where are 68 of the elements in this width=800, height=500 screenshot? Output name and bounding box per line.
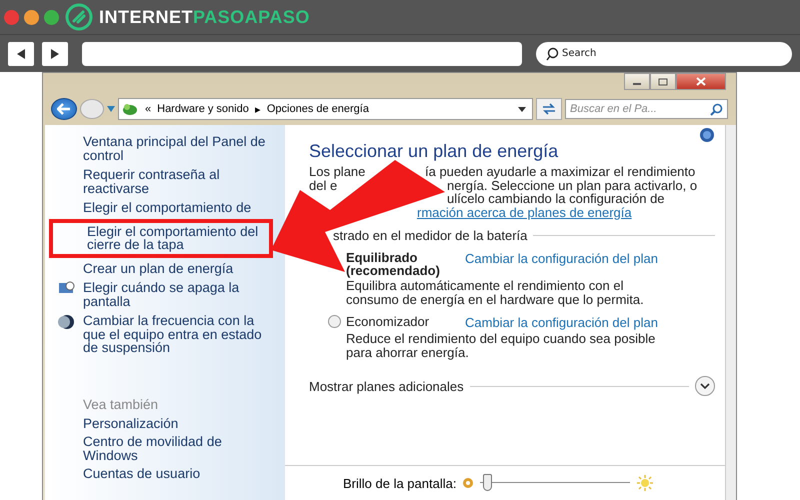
plan-description: Equilibra automáticamente el rendimiento con el consumo de energía en el hardware que lo permita. [346, 279, 645, 307]
dim-icon [462, 477, 474, 489]
caret-icon[interactable] [518, 106, 526, 112]
url-field[interactable] [82, 42, 522, 66]
plan-name: Economizador [346, 315, 430, 328]
maximize-button[interactable] [650, 73, 676, 90]
back-button[interactable] [8, 42, 34, 66]
sidebar-link[interactable]: Cuentas de usuario [83, 467, 253, 480]
close-button[interactable] [676, 73, 726, 90]
section-heading: Vea también [83, 396, 160, 412]
plan-description: Reduce el rendimiento del equipo cuando sea posible para ahorrar energía. [346, 332, 656, 360]
sidebar-link[interactable]: Elegir cuándo se apaga la pantalla [83, 281, 268, 308]
sun-icon [636, 474, 654, 492]
help-icon[interactable] [699, 127, 715, 143]
search-icon [545, 46, 559, 61]
breadcrumb[interactable]: « [145, 103, 152, 115]
slider-thumb[interactable] [483, 474, 492, 491]
scrollbar[interactable] [725, 125, 736, 500]
monitor-icon [57, 281, 77, 295]
sidebar-link[interactable]: Requerir contraseña al reactivarse [83, 168, 268, 195]
sidebar-link[interactable]: Crear un plan de energía [83, 262, 268, 275]
sidebar-link[interactable]: Elegir el comportamiento de [83, 201, 268, 214]
sidebar-link[interactable]: Elegir el comportamiento del cierre de la tapa [87, 224, 269, 252]
chevron-down-icon [700, 383, 710, 389]
breadcrumb[interactable]: Opciones de energía [266, 103, 369, 115]
plan-settings-link[interactable]: Cambiar la configuración del plan [465, 251, 658, 266]
refresh-button[interactable] [536, 98, 562, 120]
intro-text: ía pueden ayudarle a maximizar el rendimiento [425, 165, 696, 178]
radio-button[interactable] [328, 315, 341, 328]
right-triangle-icon [49, 48, 61, 60]
breadcrumb[interactable]: Hardware y sonido [157, 103, 249, 115]
sidebar-link[interactable]: Centro de movilidad de Windows [83, 435, 253, 462]
close-dot [4, 10, 19, 25]
back-button[interactable] [51, 98, 77, 120]
brightness-slider[interactable] [480, 474, 630, 492]
search-field[interactable]: Buscar en el Pa... [565, 99, 728, 119]
search-icon [710, 103, 723, 116]
moon-icon [57, 314, 77, 330]
sidebar-link[interactable]: Cambiar la frecuencia con la que el equipo entra en estado de suspensión [83, 314, 268, 354]
intro-text: nergía. Seleccione un plan para activarlo, o [447, 178, 698, 192]
page-title: Seleccionar un plan de energía [309, 141, 560, 162]
left-triangle-icon [15, 48, 27, 60]
minimize-dot [24, 10, 39, 25]
minimize-button[interactable] [624, 73, 650, 90]
control-panel-icon [121, 101, 139, 117]
sidebar-link[interactable]: Personalización [83, 416, 253, 430]
intro-text: Los plane [309, 164, 366, 179]
plan-settings-link[interactable]: Cambiar la configuración del plan [465, 315, 658, 330]
close-icon [696, 77, 706, 86]
brightness-label: Brillo de la pantalla: [343, 476, 456, 490]
site-logo[interactable]: INTERNETPASOAPASO [99, 6, 310, 28]
sidebar-link[interactable]: Ventana principal del Panel de control [83, 135, 268, 162]
maximize-icon [658, 78, 668, 86]
breadcrumb[interactable]: ▸ [254, 102, 261, 116]
more-plans-label: Mostrar planes adicionales [309, 378, 464, 394]
forward-button[interactable] [42, 42, 68, 66]
swap-arrows-icon [541, 103, 557, 115]
info-link[interactable]: rmación acerca de planes de energía [417, 206, 632, 219]
intro-text: ulícelo cambiando la configuración de [447, 192, 665, 206]
plan-name: Equilibrado (recomendado) [346, 251, 441, 277]
logo-icon [65, 3, 93, 32]
group-heading: strado en el medidor de la batería [333, 228, 528, 243]
address-bar[interactable]: « Hardware y sonido ▸ Opciones de energía [118, 98, 533, 120]
expand-button[interactable] [695, 376, 715, 396]
maximize-dot [44, 10, 59, 25]
intro-text: del e [309, 178, 338, 192]
search-field[interactable]: Search [536, 42, 792, 66]
back-arrow-icon [57, 103, 71, 115]
